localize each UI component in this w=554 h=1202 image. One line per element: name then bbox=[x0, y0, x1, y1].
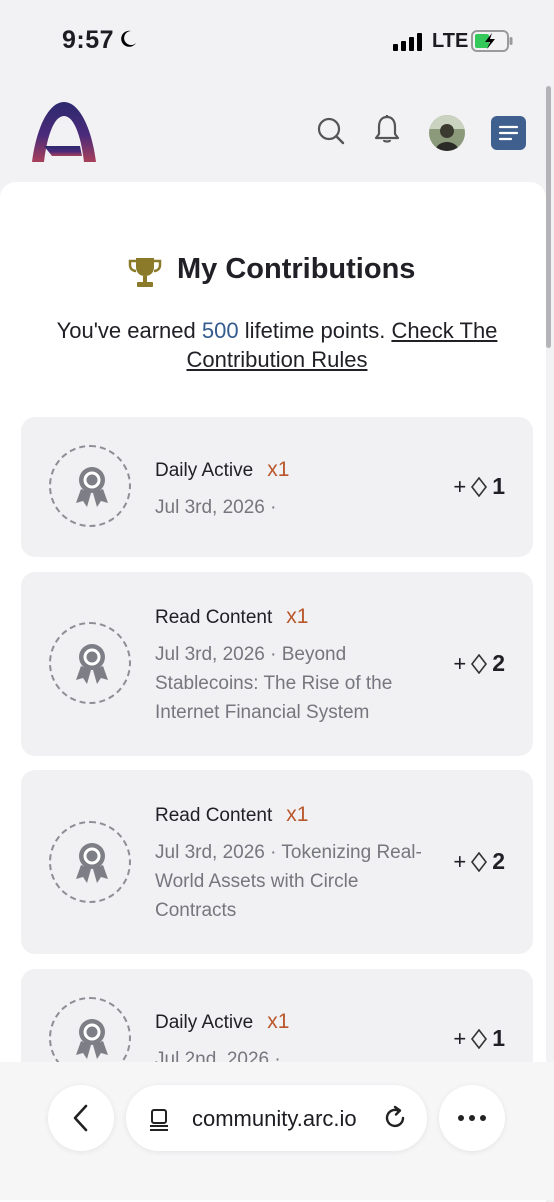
more-icon bbox=[458, 1115, 486, 1121]
arc-logo[interactable] bbox=[30, 100, 98, 166]
item-points: + 2 bbox=[453, 848, 505, 875]
badge bbox=[49, 622, 131, 704]
multiplier: x1 bbox=[286, 803, 309, 826]
plus-sign: + bbox=[453, 848, 467, 874]
diamond-icon bbox=[471, 1028, 488, 1049]
points-summary: You've earned 500 lifetime points. Check… bbox=[0, 316, 546, 374]
contribution-item[interactable]: Read Content x1 Jul 3rd, 2026 · Tokenizin… bbox=[21, 770, 533, 954]
item-meta: Jul 3rd, 2026 · bbox=[155, 497, 277, 518]
diamond-icon bbox=[471, 476, 488, 497]
points-amount: 1 bbox=[492, 1025, 505, 1051]
menu-button[interactable] bbox=[491, 116, 526, 150]
status-bar: 9:57 LTE bbox=[0, 0, 554, 86]
chevron-left-icon bbox=[73, 1104, 88, 1132]
item-points: + 2 bbox=[453, 650, 505, 677]
diamond-icon bbox=[471, 851, 488, 872]
award-icon bbox=[76, 467, 108, 507]
award-icon bbox=[76, 1019, 108, 1059]
item-points: + 1 bbox=[453, 473, 505, 500]
item-title: Read Content x1 bbox=[155, 605, 308, 629]
plus-sign: + bbox=[453, 650, 467, 676]
item-title-text: Read Content bbox=[155, 607, 273, 628]
search-icon[interactable] bbox=[316, 116, 346, 146]
plus-sign: + bbox=[453, 1025, 467, 1051]
address-bar[interactable]: community.arc.io bbox=[126, 1085, 427, 1151]
back-button[interactable] bbox=[48, 1085, 114, 1151]
menu-icon bbox=[498, 125, 519, 141]
contribution-item[interactable]: Read Content x1 Jul 3rd, 2026 · Beyond St… bbox=[21, 572, 533, 756]
app-header bbox=[0, 86, 554, 182]
item-meta: Jul 3rd, 2026 · Tokenizing Real-World As… bbox=[155, 842, 422, 921]
bell-icon[interactable] bbox=[372, 114, 402, 144]
contribution-item[interactable]: Daily Active x1 Jul 3rd, 2026 · + 1 bbox=[21, 417, 533, 557]
url-text: community.arc.io bbox=[192, 1106, 357, 1131]
award-icon bbox=[76, 843, 108, 883]
earned-prefix: You've earned bbox=[56, 318, 202, 343]
item-title: Read Content x1 bbox=[155, 803, 308, 827]
trophy-icon bbox=[128, 258, 162, 287]
contributions-panel: My Contributions You've earned 500 lifet… bbox=[0, 182, 546, 1202]
points-amount: 1 bbox=[492, 473, 505, 499]
page-icon bbox=[150, 1109, 168, 1131]
moon-icon bbox=[121, 30, 136, 47]
multiplier: x1 bbox=[267, 458, 290, 481]
badge bbox=[49, 445, 131, 527]
signal-icon bbox=[393, 33, 422, 51]
award-icon bbox=[76, 644, 108, 684]
reload-icon[interactable] bbox=[382, 1105, 408, 1131]
diamond-icon bbox=[471, 653, 488, 674]
multiplier: x1 bbox=[267, 1010, 290, 1033]
badge bbox=[49, 821, 131, 903]
page-title: My Contributions bbox=[177, 253, 416, 285]
multiplier: x1 bbox=[286, 605, 309, 628]
points-value: 500 bbox=[201, 318, 239, 343]
item-title-text: Daily Active bbox=[155, 460, 254, 481]
battery-icon bbox=[471, 30, 513, 52]
item-title: Daily Active x1 bbox=[155, 458, 289, 482]
scroll-indicator[interactable] bbox=[546, 86, 551, 348]
item-title-text: Daily Active bbox=[155, 1012, 254, 1033]
more-button[interactable] bbox=[439, 1085, 505, 1151]
item-title-text: Read Content bbox=[155, 805, 273, 826]
item-title: Daily Active x1 bbox=[155, 1010, 289, 1034]
network-label: LTE bbox=[432, 30, 469, 52]
avatar[interactable] bbox=[429, 115, 465, 151]
points-amount: 2 bbox=[492, 650, 505, 676]
earned-suffix: lifetime points. bbox=[238, 318, 392, 343]
item-points: + 1 bbox=[453, 1025, 505, 1052]
item-meta: Jul 3rd, 2026 · Beyond Stablecoins: The … bbox=[155, 644, 393, 723]
points-amount: 2 bbox=[492, 848, 505, 874]
status-time: 9:57 bbox=[62, 26, 115, 54]
plus-sign: + bbox=[453, 473, 467, 499]
